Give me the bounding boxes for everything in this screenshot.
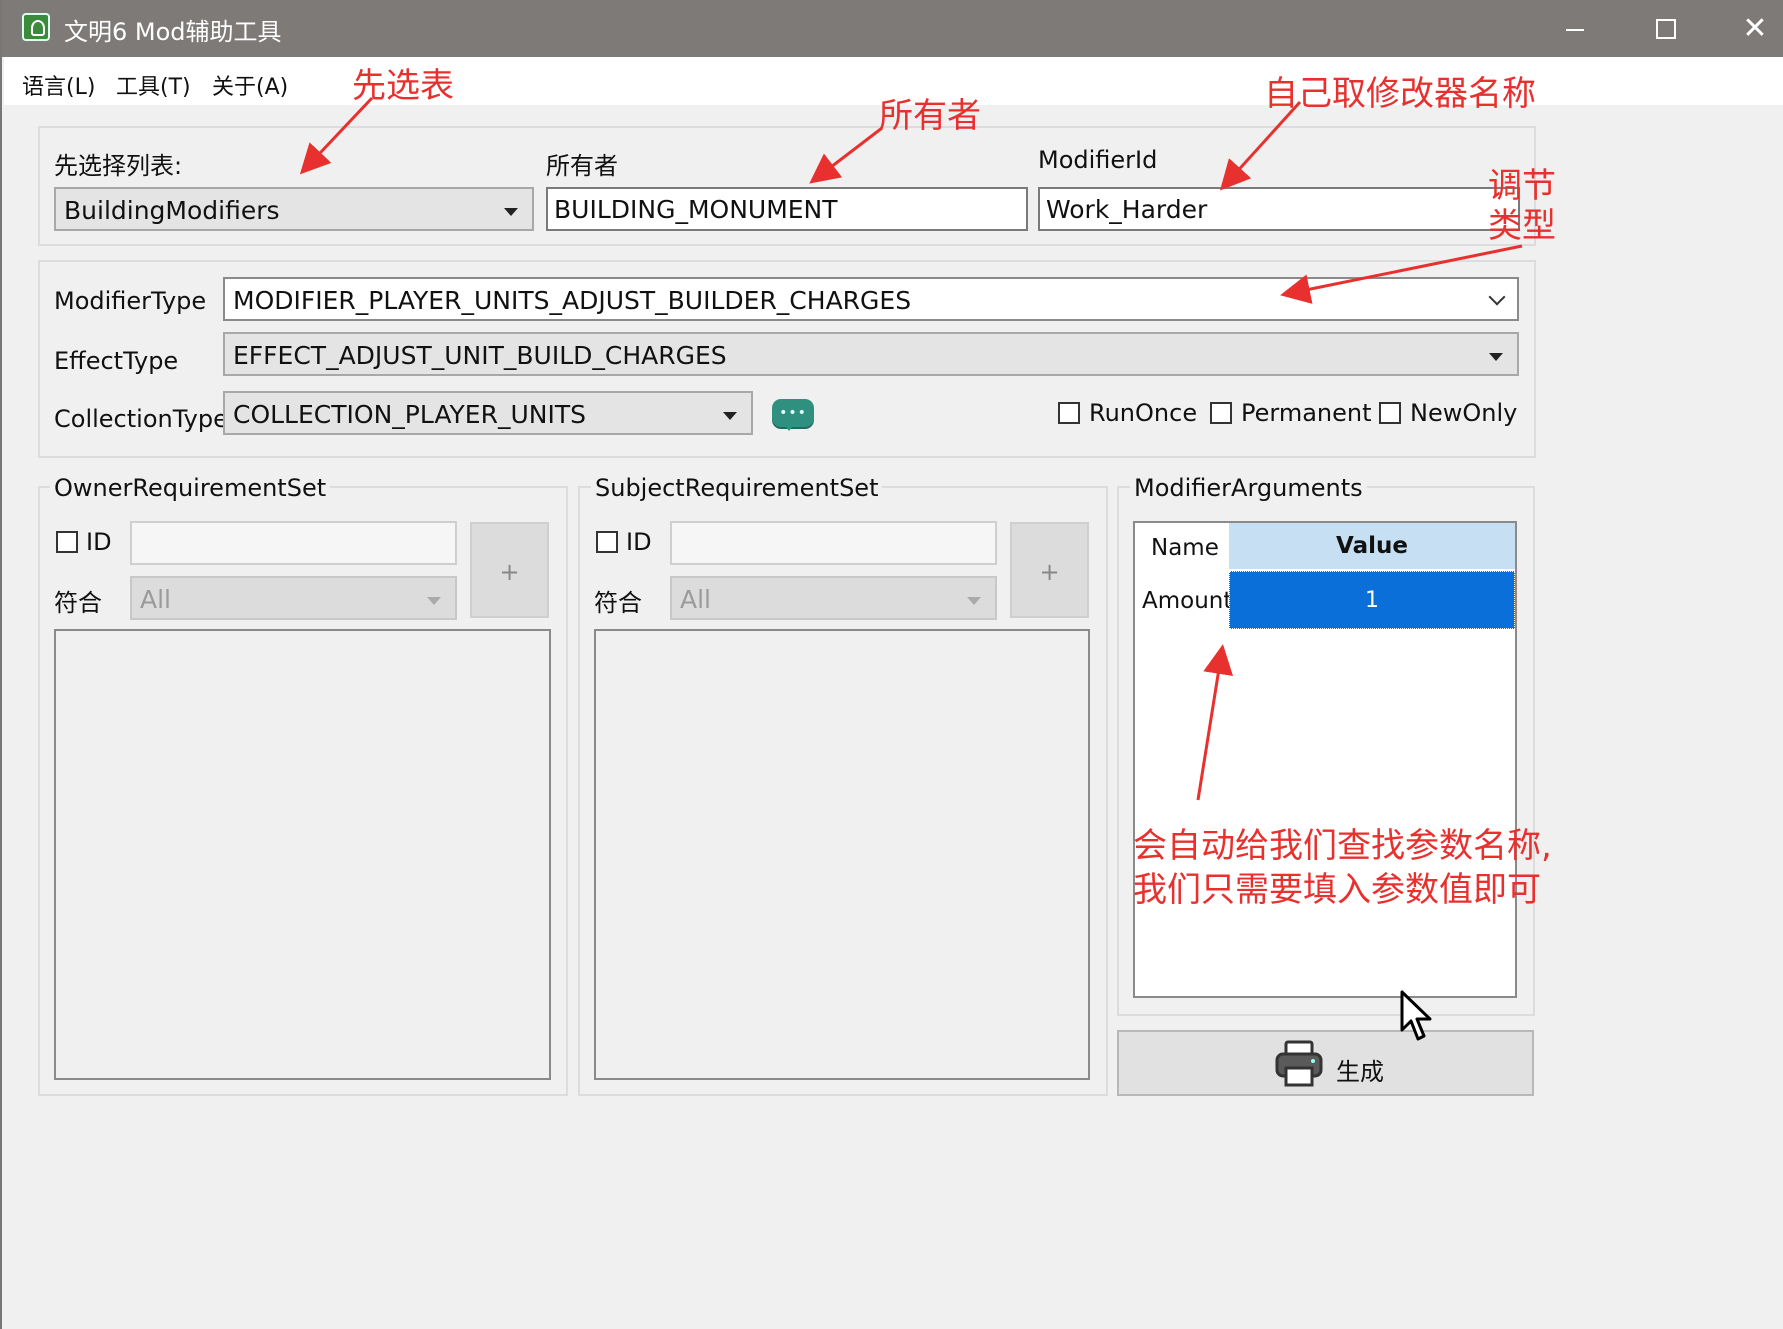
app-window: 文明6 Mod辅助工具 ✕ 语言(L) 工具(T) 关于(A) 先选择列表: B… bbox=[0, 0, 1783, 1329]
annotation-adjust-type-2: 类型 bbox=[1488, 206, 1556, 246]
annotation-auto-line1: 会自动给我们查找参数名称, bbox=[1133, 826, 1552, 866]
annotation-auto-line2: 我们只需要填入参数值即可 bbox=[1133, 870, 1541, 910]
annotation-arrow bbox=[1196, 644, 1234, 801]
annotation-owner: 所有者 bbox=[879, 96, 981, 136]
annotation-select-table: 先选表 bbox=[352, 66, 454, 106]
annotation-arrow bbox=[299, 96, 374, 175]
annotation-arrow bbox=[809, 126, 883, 184]
annotation-name-modifier: 自己取修改器名称 bbox=[1264, 74, 1536, 114]
annotation-arrow bbox=[1280, 244, 1523, 304]
